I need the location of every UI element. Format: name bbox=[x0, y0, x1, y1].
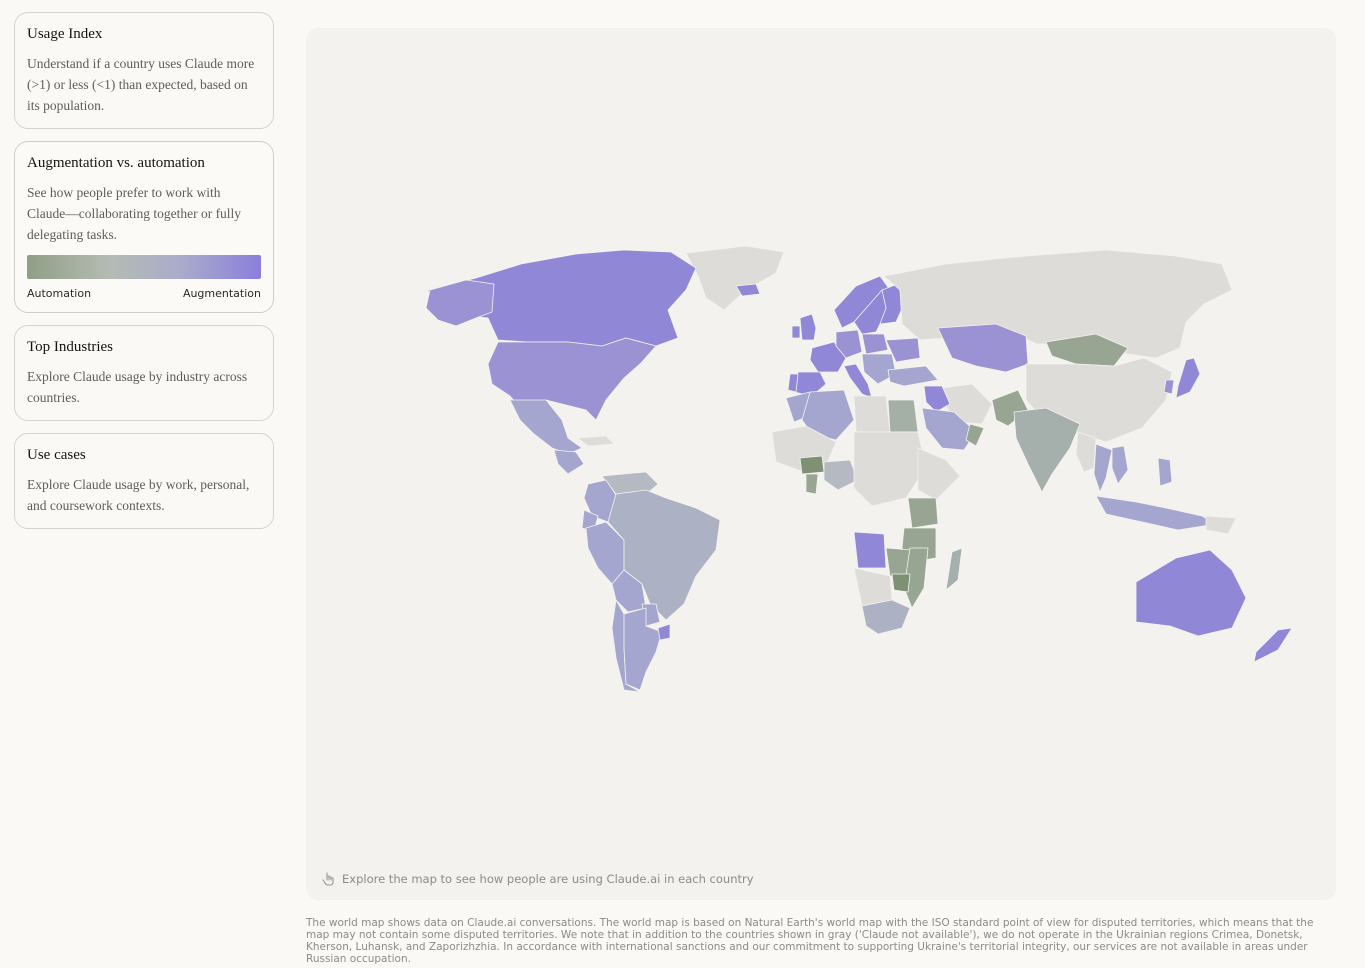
card-description: Understand if a country uses Claude more… bbox=[27, 56, 255, 113]
card-title: Augmentation vs. automation bbox=[27, 155, 205, 171]
color-legend-gradient bbox=[27, 255, 261, 279]
world-map[interactable] bbox=[306, 28, 1336, 900]
country-mexico[interactable] bbox=[509, 399, 583, 455]
legend-automation-label: Automation bbox=[27, 287, 92, 300]
usage-index-card[interactable]: Usage Index Understand if a country uses… bbox=[14, 12, 274, 129]
country-nigeria[interactable] bbox=[823, 459, 859, 491]
country-turkey[interactable] bbox=[887, 365, 939, 387]
country-kenya[interactable] bbox=[907, 497, 939, 529]
country-indonesia[interactable] bbox=[1095, 495, 1217, 531]
card-title: Usage Index bbox=[27, 26, 103, 42]
map-hint-text: Explore the map to see how people are us… bbox=[342, 872, 754, 886]
pointer-hand-icon bbox=[322, 872, 334, 886]
country-madagascar[interactable] bbox=[945, 547, 963, 591]
country-vietnam[interactable] bbox=[1111, 445, 1129, 485]
country-australia[interactable] bbox=[1135, 549, 1247, 637]
country-poland[interactable] bbox=[861, 333, 889, 355]
country-portugal[interactable] bbox=[787, 373, 799, 393]
country-greenland[interactable] bbox=[685, 245, 785, 311]
country-alaska[interactable] bbox=[425, 279, 495, 327]
country-central-africa[interactable] bbox=[853, 431, 927, 507]
world-map-panel[interactable]: Explore the map to see how people are us… bbox=[306, 28, 1336, 900]
map-hint: Explore the map to see how people are us… bbox=[322, 872, 754, 886]
country-egypt[interactable] bbox=[887, 399, 919, 433]
country-burkina-faso[interactable] bbox=[799, 455, 825, 475]
card-title: Use cases bbox=[27, 447, 86, 463]
country-india[interactable] bbox=[1013, 407, 1081, 493]
legend-augmentation-label: Augmentation bbox=[182, 287, 261, 300]
country-south-africa[interactable] bbox=[861, 599, 911, 635]
country-new-zealand[interactable] bbox=[1253, 627, 1293, 663]
country-namibia-botswana[interactable] bbox=[853, 567, 893, 607]
country-guatemala[interactable] bbox=[553, 449, 585, 475]
country-usa[interactable] bbox=[487, 337, 657, 421]
country-japan[interactable] bbox=[1175, 357, 1201, 399]
country-uk[interactable] bbox=[799, 313, 817, 341]
card-description: Explore Claude usage by industry across … bbox=[27, 369, 248, 405]
use-cases-card[interactable]: Use cases Explore Claude usage by work, … bbox=[14, 433, 274, 529]
country-cuba[interactable] bbox=[577, 435, 615, 447]
country-ireland[interactable] bbox=[791, 325, 801, 339]
country-myanmar-region[interactable] bbox=[1075, 431, 1097, 473]
card-description: Explore Claude usage by work, personal, … bbox=[27, 477, 250, 513]
augmentation-automation-card[interactable]: Augmentation vs. automation See how peop… bbox=[14, 141, 274, 313]
country-thailand[interactable] bbox=[1093, 443, 1113, 493]
color-legend-labels: Automation Augmentation bbox=[27, 287, 261, 300]
map-footnote: The world map shows data on Claude.ai co… bbox=[306, 917, 1314, 965]
sidebar: Usage Index Understand if a country uses… bbox=[14, 12, 274, 541]
card-description: See how people prefer to work with Claud… bbox=[27, 185, 242, 242]
country-philippines[interactable] bbox=[1157, 457, 1173, 487]
country-kazakhstan[interactable] bbox=[937, 323, 1029, 373]
country-ethiopia-region[interactable] bbox=[917, 447, 961, 501]
country-south-korea[interactable] bbox=[1163, 379, 1175, 395]
top-industries-card[interactable]: Top Industries Explore Claude usage by i… bbox=[14, 325, 274, 421]
country-papua-new-guinea[interactable] bbox=[1205, 515, 1237, 535]
country-libya[interactable] bbox=[853, 395, 891, 433]
country-angola[interactable] bbox=[853, 531, 887, 569]
country-zimbabwe[interactable] bbox=[891, 573, 911, 593]
country-uruguay[interactable] bbox=[657, 623, 671, 641]
country-ghana[interactable] bbox=[805, 473, 819, 495]
card-title: Top Industries bbox=[27, 339, 114, 355]
